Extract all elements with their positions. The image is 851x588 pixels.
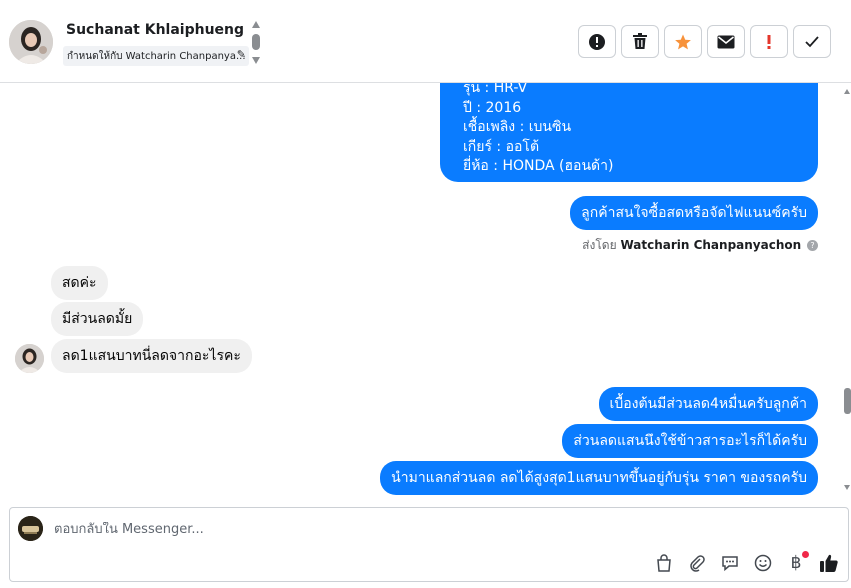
envelope-icon (717, 35, 735, 48)
alert-circle-icon (589, 33, 605, 50)
incoming-message: มีส่วนลดมั้ย (51, 302, 144, 336)
sent-by-prefix: ส่งโดย (582, 238, 617, 252)
pencil-icon: ✎ (236, 48, 246, 61)
bag-icon (657, 554, 671, 572)
vehicle-detail-line: เกียร์ : ออโต้ (463, 138, 540, 155)
emoji-button[interactable] (752, 552, 774, 574)
help-icon[interactable]: ? (807, 240, 818, 251)
thread-scrollbar[interactable] (843, 83, 851, 501)
assignee-label: กำหนดให้กับ Watcharin Chanpanya... (67, 51, 246, 62)
notification-dot (802, 551, 809, 558)
outgoing-message: นำมาแลกส่วนลด ลดได้สูงสุด1แสนบาทขึ้นอยู่… (380, 461, 818, 495)
thumbs-up-icon (820, 554, 838, 572)
outgoing-message: เบื้องต้นมีส่วนลด4หมื่นครับลูกค้า (598, 387, 818, 421)
mark-done-button[interactable] (793, 25, 831, 58)
scroll-thumb[interactable] (844, 388, 851, 414)
like-button[interactable] (818, 552, 840, 574)
mark-unread-button[interactable] (707, 25, 745, 58)
vehicle-detail-line: รุ่น : HR-V (463, 83, 528, 96)
baht-icon: ฿ (790, 553, 802, 573)
vehicle-detail-line: เชื้อเพลิง : เบนซิน (463, 119, 572, 135)
scroll-up-arrow-icon[interactable] (252, 21, 260, 28)
message-thread[interactable]: รุ่น : HR-V ปี : 2016 เชื้อเพลิง : เบนซิ… (0, 83, 851, 501)
star-icon (675, 34, 691, 49)
attach-button[interactable] (686, 552, 708, 574)
delete-button[interactable] (621, 25, 659, 58)
trash-icon (633, 33, 647, 49)
scroll-up-arrow-icon[interactable] (844, 89, 850, 94)
scroll-down-arrow-icon[interactable] (252, 57, 260, 64)
contact-name[interactable]: Suchanat Khlaiphueng (66, 22, 244, 38)
vehicle-details-bubble: รุ่น : HR-V ปี : 2016 เชื้อเพลิง : เบนซิ… (440, 83, 818, 182)
outgoing-message: ส่วนลดแสนนึงใช้ข้าวสารอะไรก็ได้ครับ (562, 424, 818, 458)
paperclip-icon (690, 555, 705, 572)
reply-input[interactable] (54, 522, 554, 537)
conversation-header: Suchanat Khlaiphueng กำหนดให้กับ Watchar… (0, 0, 851, 83)
sender-name: Watcharin Chanpanyachon (620, 238, 802, 252)
assignee-selector[interactable]: กำหนดให้กับ Watcharin Chanpanya... ✎ (63, 46, 249, 66)
product-button[interactable] (653, 552, 675, 574)
exclamation-icon (767, 34, 771, 49)
star-button[interactable] (664, 25, 702, 58)
saved-replies-button[interactable] (719, 552, 741, 574)
outgoing-message: ลูกค้าสนใจซื้อสดหรือจัดไฟแนนซ์ครับ (570, 196, 818, 230)
page-avatar (18, 516, 43, 541)
payment-button[interactable]: ฿ (785, 551, 809, 574)
emoji-icon (754, 554, 772, 572)
conversation-toolbar (578, 25, 831, 58)
sent-by-label: ส่งโดย Watcharin Chanpanyachon ? (582, 236, 818, 255)
reply-composer: ฿ (9, 507, 849, 582)
contact-avatar-small[interactable] (15, 344, 44, 373)
scroll-down-arrow-icon[interactable] (844, 485, 850, 490)
checkmark-icon (805, 35, 819, 47)
saved-replies-icon (722, 556, 738, 572)
incoming-message: สดค่ะ (51, 266, 108, 300)
mark-spam-button[interactable] (578, 25, 616, 58)
incoming-message: ลด1แสนบาทนี่ลดจากอะไรคะ (51, 339, 252, 373)
scroll-thumb[interactable] (252, 34, 260, 50)
vehicle-detail-line: ยี่ห้อ : HONDA (ฮอนด้า) (463, 158, 614, 174)
composer-tools: ฿ (653, 551, 840, 574)
contact-avatar[interactable] (9, 20, 53, 64)
vehicle-detail-line: ปี : 2016 (463, 99, 522, 116)
follow-up-button[interactable] (750, 25, 788, 58)
header-scroll-widget[interactable] (251, 21, 261, 65)
